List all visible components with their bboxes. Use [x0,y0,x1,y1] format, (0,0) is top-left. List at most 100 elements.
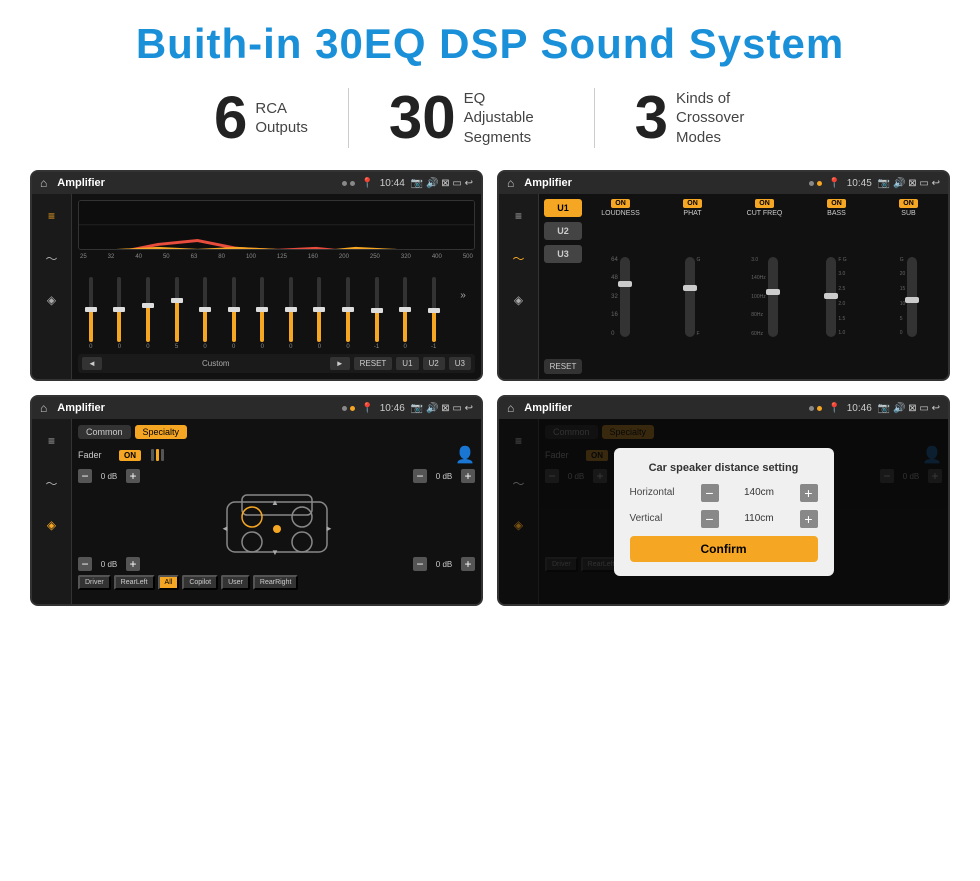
db-value-4: 0 dB [430,560,458,569]
sidebar-eq-icon[interactable]: ≡ [40,204,64,228]
dialog-horizontal-minus[interactable]: − [701,484,719,502]
screen1-time: 10:44 [380,178,405,189]
home-icon-2: ⌂ [507,176,514,190]
dialog-vertical-minus[interactable]: − [701,510,719,528]
status-icons-2: 📍 [828,178,840,189]
btn-driver[interactable]: Driver [78,575,111,590]
preset-u2[interactable]: U2 [544,222,582,240]
btn-rearright[interactable]: RearRight [253,575,299,590]
eq-next-btn[interactable]: ► [330,357,350,370]
screen2-title: Amplifier [524,177,803,189]
db-control-4: − 0 dB + [413,557,475,571]
dialog-vertical-plus[interactable]: + [800,510,818,528]
status-controls-4: 📷 🔊 ⊠ ▭ ↩ [878,403,940,414]
cutfreq-slider[interactable] [768,257,778,337]
sidebar2-wave-icon[interactable]: 〜 [507,246,531,270]
sidebar3-eq-icon[interactable]: ≡ [40,429,64,453]
dialog-overlay: Car speaker distance setting Horizontal … [499,419,948,604]
db-minus-4[interactable]: − [413,557,427,571]
fader-body: Fader ON 👤 [78,445,475,590]
btn-user[interactable]: User [221,575,250,590]
amp2-main: U1 U2 U3 RESET ON LOUDNESS 644832160 [539,194,948,379]
db-value-2: 0 dB [430,472,458,481]
eq-reset-btn[interactable]: RESET [354,357,393,370]
db-minus-2[interactable]: − [413,469,427,483]
ch-loudness: ON LOUDNESS 644832160 [586,199,655,374]
btn-rearleft[interactable]: RearLeft [114,575,155,590]
status-dots-1 [342,181,355,186]
home-icon-3: ⌂ [40,401,47,415]
home-icon-1: ⌂ [40,176,47,190]
sidebar-speaker-icon[interactable]: ◈ [40,288,64,312]
db-control-3: − 0 dB + [78,557,140,571]
status-icons-3: 📍 [361,403,373,414]
eq-u3-btn[interactable]: U3 [449,357,471,370]
db-plus-3[interactable]: + [126,557,140,571]
svg-text:◄: ◄ [221,524,229,533]
ch-loudness-toggle[interactable]: ON [611,199,630,208]
tab-common[interactable]: Common [78,425,131,439]
car-diagram-area: ▲ ▼ ◄ ► [78,487,475,557]
confirm-button[interactable]: Confirm [630,536,818,562]
eq-graph [78,200,475,250]
eq-slider-10: -1 [364,277,390,350]
db-plus-1[interactable]: + [126,469,140,483]
db-minus-1[interactable]: − [78,469,92,483]
status-dots-4 [809,406,822,411]
eq-u2-btn[interactable]: U2 [423,357,445,370]
eq-slider-4: 0 [192,277,218,350]
stat-number-rca: 6 [214,88,247,148]
sidebar3-speaker-icon[interactable]: ◈ [40,513,64,537]
db-value-1: 0 dB [95,472,123,481]
preset-u1[interactable]: U1 [544,199,582,217]
stat-label-rca: RCA Outputs [255,99,308,138]
fader-on-toggle[interactable]: ON [119,450,141,461]
status-controls-1: 📷 🔊 ⊠ ▭ ↩ [411,178,473,189]
ch-bass-name: BASS [827,210,846,217]
person-icon: 👤 [455,445,475,465]
ch-bass-toggle[interactable]: ON [827,199,846,208]
dialog-vertical-value: 110cm [725,513,794,524]
eq-u1-btn[interactable]: U1 [396,357,418,370]
eq-prev-btn[interactable]: ◄ [82,357,102,370]
sidebar-wave-icon[interactable]: 〜 [40,246,64,270]
btn-all[interactable]: All [158,575,180,590]
ch-cutfreq-toggle[interactable]: ON [755,199,774,208]
stat-number-eq: 30 [389,88,456,148]
sidebar2-speaker-icon[interactable]: ◈ [507,288,531,312]
ch-phat: ON PHAT GF [658,199,727,374]
bass-slider[interactable] [826,257,836,337]
sidebar2-eq-icon[interactable]: ≡ [507,204,531,228]
screen-crossover: ⌂ Amplifier 📍 10:45 📷 🔊 ⊠ ▭ ↩ ≡ 〜 ◈ [497,170,950,381]
screen-eq: ⌂ Amplifier 📍 10:44 📷 🔊 ⊠ ▭ ↩ ≡ 〜 ◈ [30,170,483,381]
tab-specialty[interactable]: Specialty [135,425,188,439]
ch-phat-toggle[interactable]: ON [683,199,702,208]
screen1-title: Amplifier [57,177,336,189]
ch-bass: ON BASS F G3.02.52.01.51.0 [802,199,871,374]
status-icons-1: 📍 [361,178,373,189]
db-plus-4[interactable]: + [461,557,475,571]
sub-slider[interactable] [907,257,917,337]
screen2-content: ≡ 〜 ◈ U1 U2 U3 RESET ON LOU [499,194,948,379]
stat-rca: 6 RCA Outputs [174,88,348,148]
phat-slider[interactable] [685,257,695,337]
loudness-slider[interactable] [620,257,630,337]
preset-u3[interactable]: U3 [544,245,582,263]
dot3 [809,181,814,186]
db-minus-3[interactable]: − [78,557,92,571]
screen-fader: ⌂ Amplifier 📍 10:46 📷 🔊 ⊠ ▭ ↩ ≡ 〜 ◈ [30,395,483,606]
db-value-3: 0 dB [95,560,123,569]
crossover-reset-btn[interactable]: RESET [544,359,582,374]
dialog-horizontal-plus[interactable]: + [800,484,818,502]
ch-sub-toggle[interactable]: ON [899,199,918,208]
btn-copilot[interactable]: Copilot [182,575,218,590]
sidebar3-wave-icon[interactable]: 〜 [40,471,64,495]
status-dots-3 [342,406,355,411]
db-control-1: − 0 dB + [78,469,140,483]
status-dots-2 [809,181,822,186]
ch-cutfreq: ON CUT FREQ 3.0140Hz100Hz80Hz60Hz [730,199,799,374]
status-bar-2: ⌂ Amplifier 📍 10:45 📷 🔊 ⊠ ▭ ↩ [499,172,948,194]
db-plus-2[interactable]: + [461,469,475,483]
eq-slider-11: 0 [392,277,418,350]
status-controls-3: 📷 🔊 ⊠ ▭ ↩ [411,403,473,414]
